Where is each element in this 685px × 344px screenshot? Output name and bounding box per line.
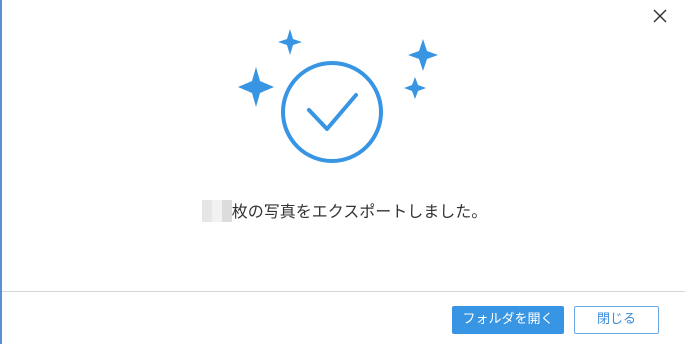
photo-count-redacted (201, 199, 232, 222)
sparkle-icon (238, 67, 274, 107)
sparkle-icon (278, 29, 302, 55)
close-icon[interactable] (649, 5, 671, 27)
open-folder-button[interactable]: フォルダを開く (452, 306, 564, 334)
sparkle-icon (408, 39, 438, 71)
footer-divider (2, 291, 685, 292)
sparkle-icon (404, 77, 426, 99)
success-illustration (232, 25, 452, 175)
export-message: 枚の写真をエクスポートしました。 (2, 199, 685, 225)
check-circle-icon (281, 61, 383, 163)
export-complete-dialog: 枚の写真をエクスポートしました。 フォルダを開く 閉じる (0, 0, 685, 344)
export-message-text: 枚の写真をエクスポートしました。 (231, 202, 488, 221)
close-button[interactable]: 閉じる (574, 306, 659, 334)
